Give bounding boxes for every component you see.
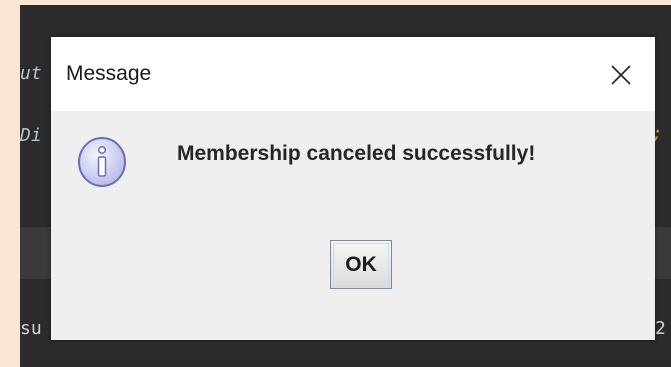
code-fragment: 2 [655,318,666,339]
code-fragment: su [20,318,42,339]
dialog-title: Message [66,62,152,85]
message-dialog: Message Membership canceled successfully… [51,37,655,340]
close-button[interactable] [603,57,639,93]
close-icon [611,65,631,85]
info-icon [78,137,126,187]
dialog-message: Membership canceled successfully! [177,142,536,165]
code-fragment: ut [20,63,42,84]
code-fragment: Di [20,125,42,146]
dialog-titlebar[interactable]: Message [51,37,655,111]
ok-button[interactable]: OK [330,240,392,289]
